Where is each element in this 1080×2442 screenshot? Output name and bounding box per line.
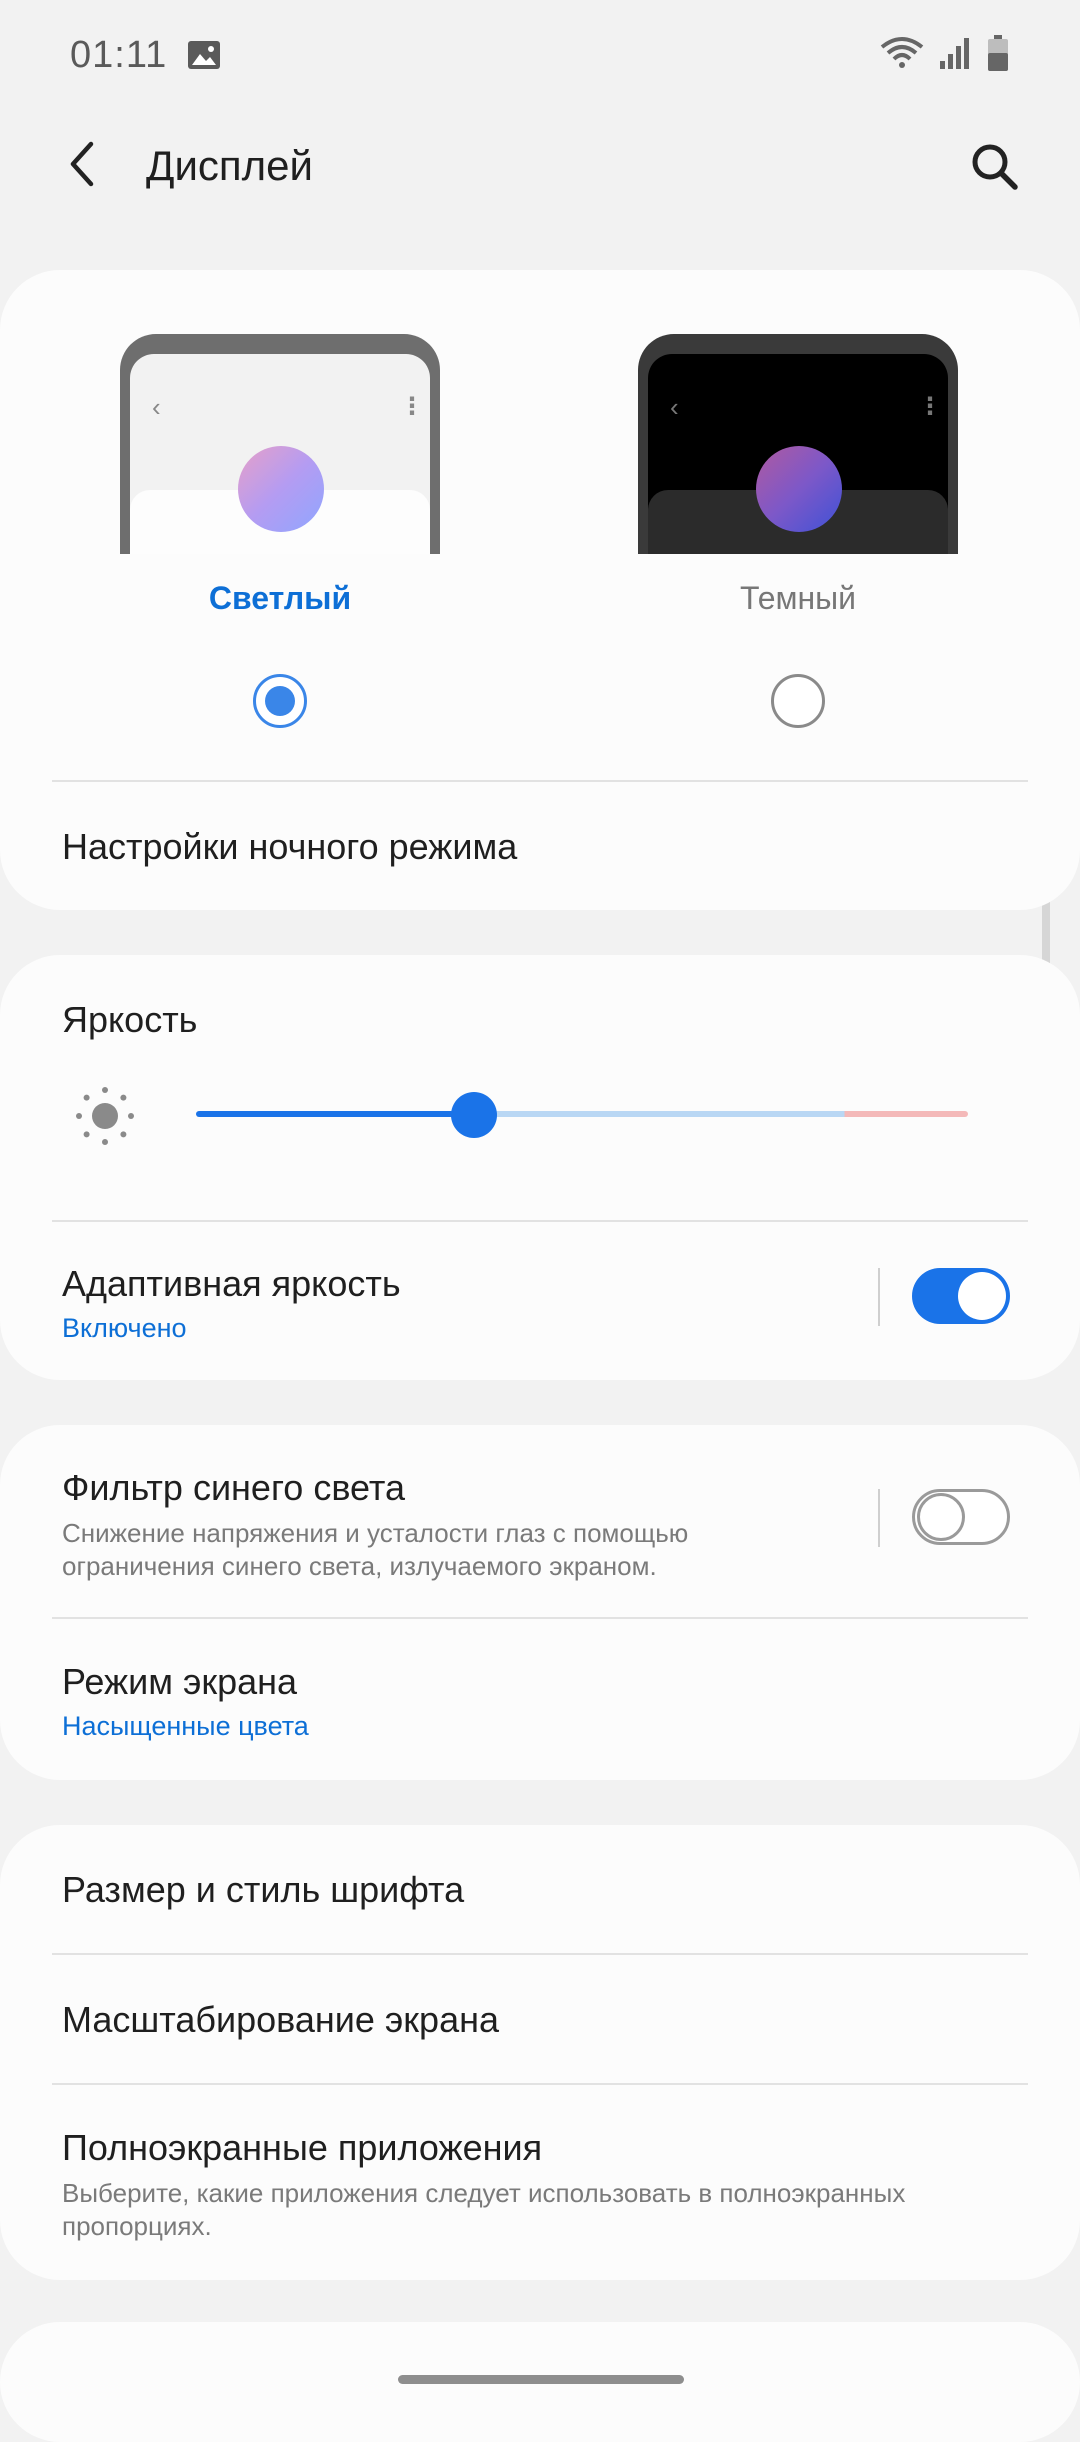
wifi-icon <box>880 35 924 76</box>
divider <box>52 1220 1028 1222</box>
app-bar: Дисплей <box>0 110 1080 220</box>
divider <box>878 1489 880 1547</box>
more-vertical-icon: ⋮ <box>400 393 424 420</box>
screen-mode-value: Насыщенные цвета <box>62 1711 309 1741</box>
status-icons <box>880 34 1010 77</box>
status-time: 01:11 <box>70 33 168 76</box>
light-theme-preview[interactable]: ‹ ⋮ <box>120 334 440 554</box>
dark-preview-screen: ‹ ⋮ <box>648 354 948 554</box>
screen-zoom-item[interactable]: Масштабирование экрана <box>62 1999 499 2041</box>
more-vertical-icon: ⋮ <box>918 393 942 420</box>
dark-theme-preview[interactable]: ‹ ⋮ <box>638 334 958 554</box>
theme-card: ‹ ⋮ ‹ ⋮ Светлый Темный Настройки ночного… <box>0 270 1080 910</box>
night-mode-settings[interactable]: Настройки ночного режима <box>62 826 517 868</box>
home-gesture-bar[interactable] <box>398 2375 684 2384</box>
battery-icon <box>986 34 1010 77</box>
page-title: Дисплей <box>146 142 313 189</box>
divider <box>52 2083 1028 2085</box>
blue-filter-description: Снижение напряжения и усталости глаз с п… <box>62 1518 689 1581</box>
light-theme-label[interactable]: Светлый <box>120 580 440 617</box>
back-button[interactable] <box>55 138 111 194</box>
status-bar: 01:11 <box>0 0 1080 110</box>
brightness-sun-icon <box>74 1085 136 1152</box>
font-card: Размер и стиль шрифта Масштабирование эк… <box>0 1825 1080 2280</box>
preview-orb <box>238 446 324 532</box>
adaptive-brightness-toggle[interactable] <box>912 1268 1010 1324</box>
chevron-left-icon: ‹ <box>670 392 679 422</box>
screen-mode-title: Режим экрана <box>62 1661 298 1702</box>
chevron-left-icon: ‹ <box>152 392 161 422</box>
fullscreen-apps-title: Полноэкранные приложения <box>62 2127 543 2168</box>
brightness-title: Яркость <box>62 999 198 1040</box>
font-size-style-item[interactable]: Размер и стиль шрифта <box>62 1869 464 1911</box>
preview-orb <box>756 446 842 532</box>
fullscreen-apps-description: Выберите, какие приложения следует испол… <box>62 2178 906 2241</box>
light-theme-radio[interactable] <box>253 674 307 728</box>
divider <box>52 1617 1028 1619</box>
dark-theme-label[interactable]: Темный <box>638 580 958 617</box>
blue-filter-toggle[interactable] <box>912 1489 1010 1545</box>
blue-filter-title: Фильтр синего света <box>62 1467 405 1508</box>
blue-filter-card: Фильтр синего света Снижение напряжения … <box>0 1425 1080 1780</box>
divider <box>52 780 1028 782</box>
search-icon <box>969 141 1019 196</box>
brightness-card: Яркость Адаптивная яркость Включено <box>0 955 1080 1380</box>
light-preview-screen: ‹ ⋮ <box>130 354 430 554</box>
gallery-icon <box>187 40 221 70</box>
adaptive-brightness-title: Адаптивная яркость <box>62 1263 401 1304</box>
dark-theme-radio[interactable] <box>771 674 825 728</box>
search-button[interactable] <box>964 138 1024 198</box>
brightness-slider-thumb[interactable] <box>450 1092 497 1138</box>
divider <box>878 1268 880 1326</box>
adaptive-brightness-status: Включено <box>62 1313 187 1343</box>
divider <box>52 1953 1028 1955</box>
chevron-left-icon <box>63 140 103 193</box>
signal-icon <box>938 35 972 76</box>
brightness-slider-track[interactable] <box>196 1111 968 1117</box>
